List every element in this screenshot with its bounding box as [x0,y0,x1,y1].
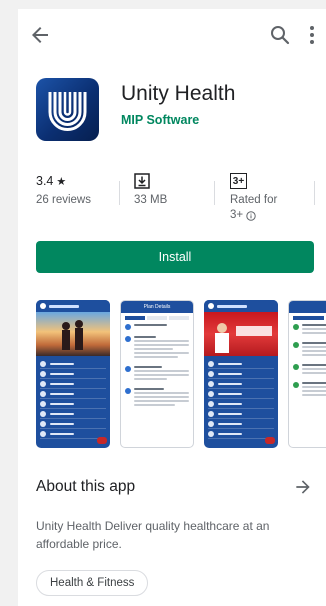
rating-value: 3.4 [36,174,54,188]
logout-badge [265,437,275,444]
screenshot-menu [36,356,110,442]
reviews-count: 26 reviews [36,194,91,206]
logout-badge [97,437,107,444]
screenshot-2[interactable]: Plan Details [120,300,194,448]
screenshot-body [121,313,193,417]
arrow-forward-icon [296,480,310,494]
about-arrow-button[interactable] [293,477,313,497]
stat-divider [119,181,120,205]
screenshot-carousel[interactable]: Plan Details [36,300,326,448]
back-button[interactable] [28,23,52,47]
screenshot-3[interactable] [204,300,278,448]
search-button[interactable] [268,23,292,47]
arrow-back-icon [32,27,48,43]
more-options-button[interactable] [305,23,319,47]
info-icon [246,210,256,221]
stats-row: 3.4 ★ 26 reviews 33 MB 3+ Rated for 3+ [18,165,326,225]
size-stat: 33 MB [134,173,167,208]
app-details-page: Unity Health MIP Software 3.4 ★ 26 revie… [18,9,326,606]
about-description: Unity Health Deliver quality healthcare … [36,519,270,551]
app-icon [36,78,99,141]
rated-for-value: 3+ [230,209,244,221]
install-button[interactable]: Install [36,241,314,273]
app-title: Unity Health [121,82,236,105]
rated-for-label: Rated for [230,194,278,206]
app-size: 33 MB [134,194,168,206]
stat-divider [214,181,215,205]
screenshot-header: Plan Details [121,301,193,313]
rating-badge: 3+ [232,175,245,187]
screenshot-header [36,300,110,312]
search-icon [271,26,290,45]
screenshot-photo [204,312,278,356]
screenshot-1[interactable] [36,300,110,448]
rated-for-value-row: 3+ [230,208,277,223]
category-chip[interactable]: Health & Fitness [36,570,149,596]
developer-link[interactable]: MIP Software [121,113,199,127]
screenshot-header [204,300,278,312]
screenshot-4[interactable] [288,300,326,448]
screenshot-title: Plan Details [143,304,171,310]
stat-divider [314,181,315,205]
screenshot-header [289,301,326,313]
star-icon: ★ [56,175,67,188]
more-vert-icon [310,26,314,44]
screenshot-body [289,313,326,407]
about-title[interactable]: About this app [36,478,135,496]
rated-3-plus-icon: 3+ [230,173,247,189]
unity-health-logo [48,92,87,131]
screenshot-photo [36,312,110,356]
content-rating-stat[interactable]: 3+ Rated for 3+ [230,173,277,223]
rating-stat[interactable]: 3.4 ★ 26 reviews [36,173,91,208]
screenshot-menu [204,356,278,442]
download-icon [134,173,150,189]
